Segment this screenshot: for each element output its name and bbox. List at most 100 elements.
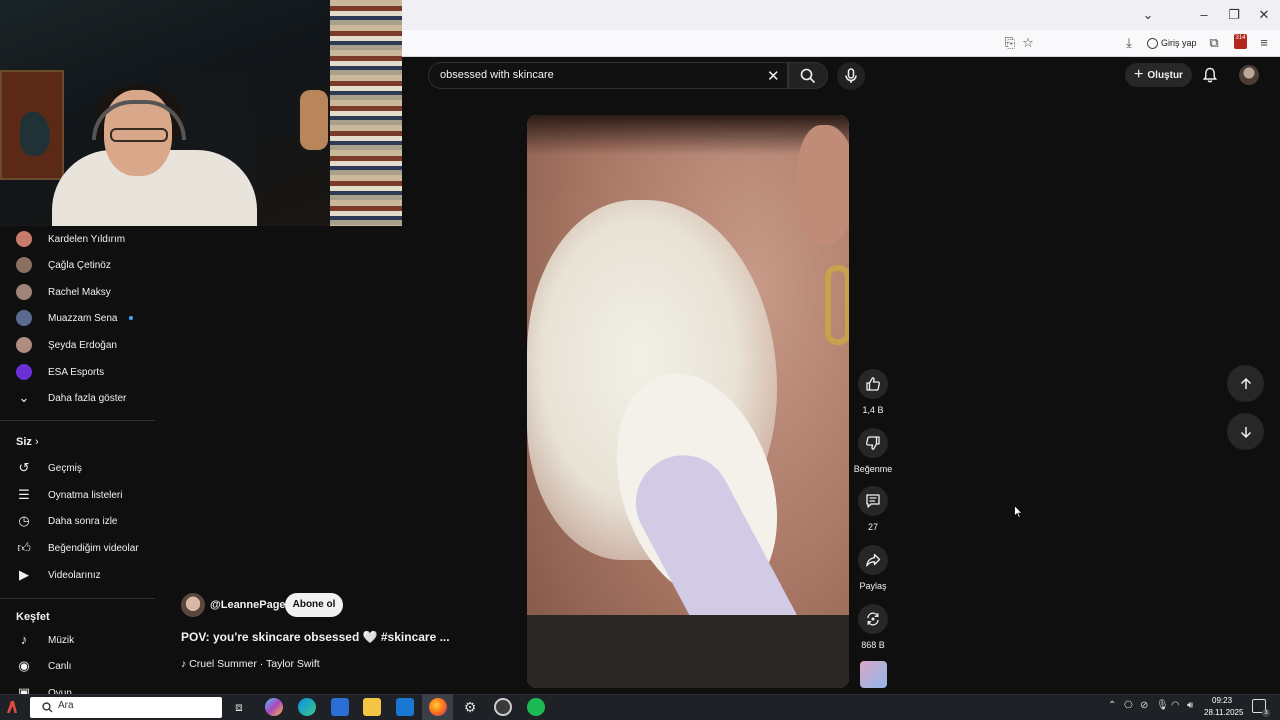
sidebar-item-label: Videolarınız — [48, 569, 101, 581]
shorts-video-player[interactable] — [527, 115, 849, 688]
explore-section-heading: Keşfet — [16, 611, 50, 623]
video-shirt — [527, 615, 849, 688]
webcam-overlay — [0, 0, 402, 226]
sidebar-item-history[interactable]: ↺ Geçmiş — [0, 455, 160, 481]
microphone-icon — [845, 68, 857, 83]
create-button[interactable]: + Oluştur — [1125, 63, 1192, 87]
sidebar-item-music[interactable]: ♪ Müzik — [0, 627, 160, 653]
wooden-figure — [300, 90, 328, 150]
dislike-button[interactable] — [858, 428, 888, 458]
sidebar-subscription[interactable]: Muazzam Sena — [0, 305, 160, 331]
search-icon — [800, 68, 816, 84]
sidebar-item-liked-videos[interactable]: 👍︎ Beğendiğim videolar — [0, 535, 160, 561]
comment-count: 27 — [867, 522, 878, 532]
like-count: 1,4 B — [862, 405, 884, 415]
mail-icon[interactable] — [396, 698, 414, 716]
watch-later-icon: ◷ — [18, 513, 30, 528]
close-window-icon[interactable]: ✕ — [1254, 6, 1274, 24]
sidebar-item-label: Çağla Çetinöz — [48, 259, 111, 271]
bookmark-star-icon[interactable]: ☆ — [1019, 34, 1037, 52]
video-music[interactable]: ♪ Cruel Summer · Taylor Swift — [181, 658, 320, 670]
remix-button[interactable] — [858, 604, 888, 634]
tray-network-off-icon[interactable]: ⊘ — [1140, 700, 1148, 711]
account-icon — [1147, 37, 1158, 49]
search-query: obsessed with skincare — [440, 69, 554, 81]
sign-in-button[interactable]: Giriş yap — [1147, 34, 1197, 52]
downloads-icon[interactable]: ⤓ — [1120, 34, 1138, 52]
video-ear — [797, 125, 849, 245]
sidebar-item-playlists[interactable]: ☰ Oynatma listeleri — [0, 482, 160, 508]
firefox-icon[interactable] — [429, 698, 447, 716]
like-button[interactable] — [858, 369, 888, 399]
video-title[interactable]: POV: you're skincare obsessed 🤍 #skincar… — [181, 630, 450, 644]
sidebar-item-label: ESA Esports — [48, 366, 105, 378]
notifications-bell-icon[interactable] — [1202, 67, 1218, 83]
extension-badge[interactable]: 314 — [1234, 34, 1247, 49]
menu-icon[interactable]: ≡ — [1255, 34, 1273, 52]
obs-icon[interactable] — [494, 698, 512, 716]
task-view-icon[interactable]: ⧈ — [230, 698, 248, 716]
glasses — [110, 128, 168, 142]
settings-gear-icon[interactable]: ⚙ — [461, 698, 479, 716]
next-short-button[interactable] — [1227, 413, 1264, 450]
screen: ⌄ – ❐ ✕ ⎘ ☆ ⤓ Giriş yap ⧉ 314 ≡ obsessed… — [0, 0, 1280, 720]
share-label: Paylaş — [859, 581, 887, 591]
search-button[interactable] — [788, 62, 828, 89]
edge-icon[interactable] — [298, 698, 316, 716]
show-more-button[interactable]: ⌄ Daha fazla göster — [0, 385, 160, 411]
sidebar-subscription[interactable]: Şeyda Erdoğan — [0, 332, 160, 358]
notification-center-icon[interactable]: 3 — [1252, 699, 1270, 717]
channel-avatar — [16, 337, 32, 353]
sidebar-item-your-videos[interactable]: ▶ Videolarınız — [0, 562, 160, 588]
thumbs-up-icon — [866, 377, 880, 391]
sidebar-item-label: Daha sonra izle — [48, 515, 118, 527]
subscribe-button[interactable]: Abone ol — [285, 593, 343, 617]
video-earring — [825, 265, 849, 345]
comments-button[interactable] — [858, 486, 888, 516]
minimize-icon[interactable]: – — [1194, 6, 1214, 24]
channel-name[interactable]: @LeannePage — [210, 599, 286, 611]
you-section-heading[interactable]: Siz › — [16, 436, 39, 448]
wall-painting — [0, 70, 64, 180]
sidebar-subscription[interactable]: ESA Esports — [0, 359, 160, 385]
sidebar-item-label: Beğendiğim videolar — [48, 542, 139, 554]
chevron-down-icon: ⌄ — [18, 390, 30, 405]
restore-icon[interactable]: ❐ — [1224, 6, 1244, 24]
tray-volume-icon[interactable]: 🔊︎ — [1187, 700, 1193, 711]
clear-search-icon[interactable]: ✕ — [767, 67, 780, 85]
mouse-cursor-icon — [1014, 505, 1023, 519]
channel-avatar[interactable] — [181, 593, 205, 617]
tray-wifi-icon[interactable]: ◠ — [1171, 700, 1180, 711]
sidebar-item-watch-later[interactable]: ◷ Daha sonra izle — [0, 508, 160, 534]
sidebar-subscription[interactable]: Kardelen Yıldırım — [0, 226, 160, 252]
sound-thumbnail[interactable] — [860, 661, 887, 688]
extensions-icon[interactable]: ⧉ — [1205, 34, 1223, 52]
music-track: Cruel Summer · Taylor Swift — [189, 658, 320, 670]
sidebar-subscription[interactable]: Çağla Çetinöz — [0, 252, 160, 278]
tab-list-chevron-icon[interactable]: ⌄ — [1138, 6, 1158, 24]
taskbar-search-placeholder: Ara — [58, 700, 74, 711]
start-logo-icon[interactable] — [4, 699, 20, 715]
sidebar-item-label: Canlı — [48, 660, 72, 672]
tray-microphone-icon[interactable]: 🎙︎ — [1156, 700, 1169, 711]
arrow-up-icon — [1240, 377, 1251, 389]
share-button[interactable] — [858, 545, 888, 575]
search-input[interactable]: obsessed with skincare ✕ — [428, 62, 788, 89]
user-avatar[interactable] — [1239, 65, 1259, 85]
clock-time[interactable]: 09:23 — [1212, 696, 1232, 705]
sidebar-subscription[interactable]: Rachel Maksy — [0, 279, 160, 305]
spotify-icon[interactable] — [527, 698, 545, 716]
bookshelf — [330, 0, 402, 226]
clock-date[interactable]: 28.11.2025 — [1204, 708, 1243, 717]
sidebar-item-live[interactable]: ◉ Canlı — [0, 653, 160, 679]
previous-short-button[interactable] — [1227, 365, 1264, 402]
channel-avatar — [16, 231, 32, 247]
reader-view-icon[interactable]: ⎘ — [1001, 34, 1019, 52]
tray-app-icon[interactable]: ⎔ — [1124, 700, 1133, 711]
tray-overflow-chevron-icon[interactable]: ⌃ — [1108, 700, 1116, 711]
file-explorer-icon[interactable] — [363, 698, 381, 716]
sidebar-item-label: Muazzam Sena — [48, 312, 118, 324]
copilot-icon[interactable] — [265, 698, 283, 716]
voice-search-button[interactable] — [837, 62, 865, 90]
store-icon[interactable] — [331, 698, 349, 716]
